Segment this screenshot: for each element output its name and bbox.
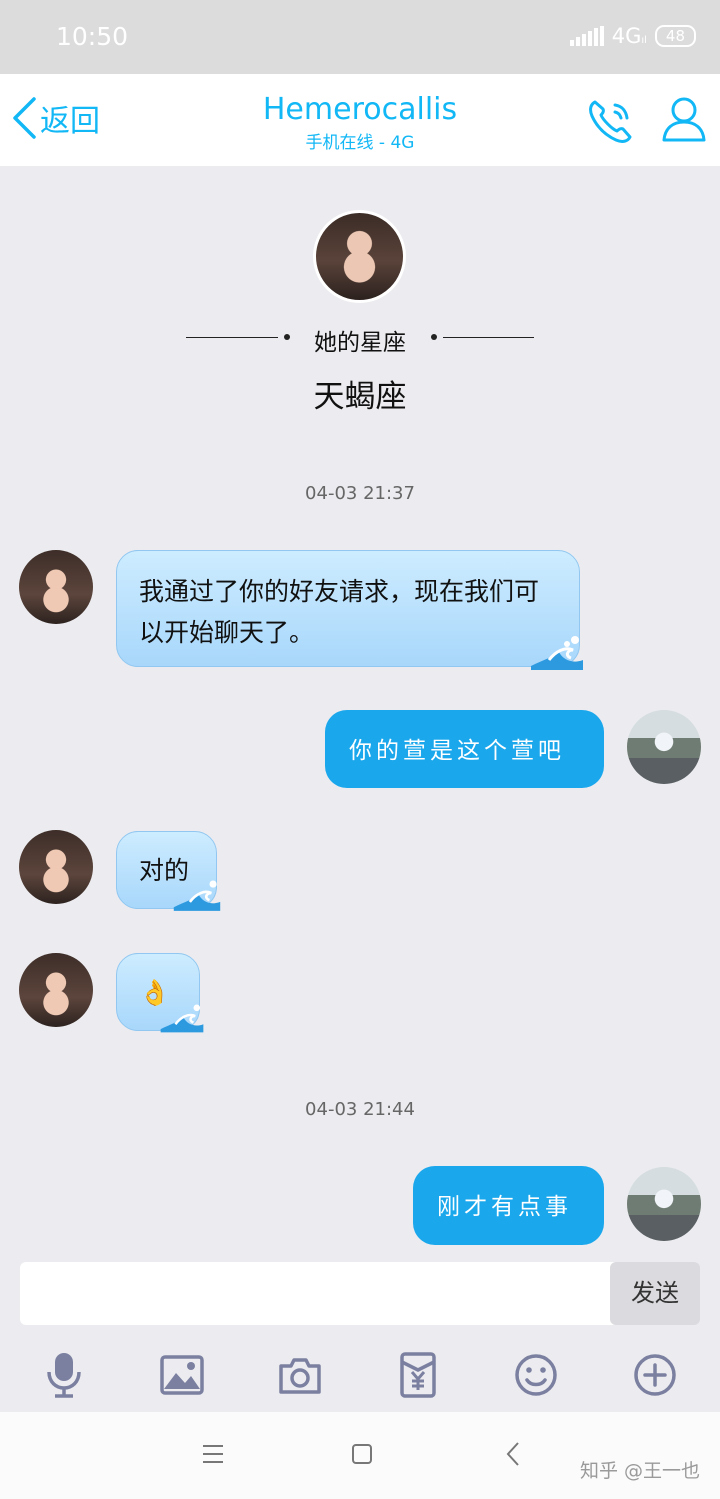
send-button[interactable]: 发送 — [610, 1262, 700, 1325]
wave-decoration-icon — [531, 636, 583, 670]
emoji-icon[interactable] — [506, 1342, 566, 1408]
status-indicators: 4G ıl 48 — [569, 24, 696, 48]
wave-decoration-icon — [160, 1004, 204, 1033]
microphone-icon[interactable] — [34, 1342, 94, 1408]
my-avatar[interactable] — [627, 710, 701, 784]
zodiac-value: 天蝎座 — [313, 379, 407, 415]
my-avatar[interactable] — [627, 1167, 701, 1241]
back-icon[interactable] — [505, 1441, 521, 1467]
camera-icon[interactable] — [270, 1342, 330, 1408]
wave-decoration-icon — [173, 880, 221, 911]
network-suffix: ıl — [641, 34, 647, 46]
outgoing-message-bubble[interactable]: 刚才有点事 — [413, 1166, 604, 1245]
message-text: 刚才有点事 — [437, 1194, 572, 1220]
red-packet-icon[interactable] — [388, 1342, 448, 1408]
status-time: 10:50 — [56, 22, 129, 51]
outgoing-message-bubble[interactable]: 你的萱是这个萱吧 — [325, 710, 604, 788]
watermark: 知乎 @王一也 — [579, 1460, 700, 1482]
contact-avatar[interactable] — [19, 953, 93, 1027]
home-icon[interactable] — [351, 1443, 373, 1465]
menu-icon[interactable] — [202, 1444, 224, 1464]
incoming-message-bubble[interactable]: 我通过了你的好友请求，现在我们可以开始聊天了。 — [116, 550, 583, 670]
message-input[interactable] — [20, 1262, 623, 1325]
message-text: 你的萱是这个萱吧 — [349, 738, 565, 764]
incoming-message-bubble[interactable]: 👌 — [116, 953, 204, 1033]
status-bar: 10:50 4G ıl 48 — [0, 0, 720, 74]
zodiac-label: 她的星座 — [314, 330, 406, 356]
phone-icon[interactable] — [585, 96, 635, 146]
incoming-message-bubble[interactable]: 对的 — [116, 831, 221, 911]
contact-avatar[interactable] — [19, 830, 93, 904]
contact-profile-avatar[interactable] — [313, 210, 406, 303]
image-icon[interactable] — [152, 1342, 212, 1408]
battery-icon: 48 — [654, 25, 696, 47]
chat-header: 返回 Hemerocallis 手机在线 - 4G — [0, 74, 720, 166]
message-timestamp: 04-03 21:44 — [305, 1099, 415, 1120]
divider-dot-right — [431, 334, 437, 340]
network-label: 4G — [611, 24, 642, 48]
message-text: 我通过了你的好友请求，现在我们可以开始聊天了。 — [139, 577, 540, 647]
divider-right — [443, 337, 534, 338]
person-icon[interactable] — [660, 94, 708, 144]
signal-icon — [569, 26, 604, 46]
input-toolbar — [0, 1342, 720, 1410]
plus-icon[interactable] — [625, 1342, 685, 1408]
contact-avatar[interactable] — [19, 550, 93, 624]
message-timestamp: 04-03 21:37 — [305, 483, 415, 504]
